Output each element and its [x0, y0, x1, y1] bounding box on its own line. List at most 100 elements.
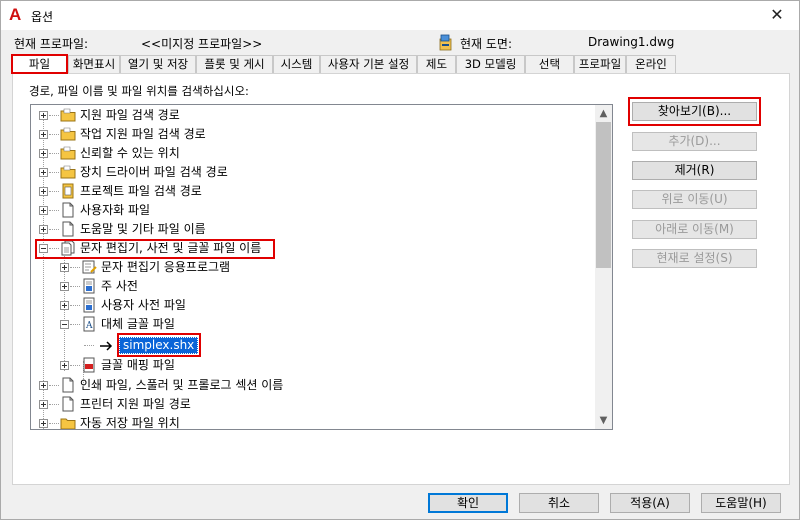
current-drawing-label: 현재 도면:: [460, 37, 513, 51]
tree-branch-line: [49, 115, 59, 116]
tree-item-simplex-shx[interactable]: simplex.shx: [31, 335, 591, 356]
tree-branch-line: [49, 134, 59, 135]
tab-drafting[interactable]: 제도: [417, 55, 456, 73]
tree-item-printer-support-path[interactable]: 프린터 지원 파일 경로: [31, 395, 591, 414]
tree-branch-line: [49, 153, 59, 154]
tree-branch-line: [49, 404, 59, 405]
tree-item-customization-files[interactable]: 사용자화 파일: [31, 201, 591, 220]
tree-item-label: 장치 드라이버 파일 검색 경로: [80, 165, 228, 179]
tree-item-custom-dictionary[interactable]: 사용자 사전 파일: [31, 296, 591, 315]
tree-item-print-spooler[interactable]: 인쇄 파일, 스풀러 및 프롤로그 섹션 이름: [31, 376, 591, 395]
expand-icon[interactable]: [39, 206, 48, 215]
current-profile-value: <<미지정 프로파일>>: [141, 37, 263, 51]
folder-icon: [60, 127, 76, 141]
tab-online[interactable]: 온라인: [626, 55, 676, 73]
tree-item-label: 사용자화 파일: [80, 203, 151, 217]
file-icon: [62, 202, 74, 218]
tree-item-label: 자동 저장 파일 위치: [80, 416, 180, 429]
tree-item-help-files[interactable]: 도움말 및 기타 파일 이름: [31, 220, 591, 239]
file-search-tree[interactable]: 지원 파일 검색 경로 작업 지원 파일 검색 경로 신뢰할 수 있는 위치 장…: [30, 104, 613, 430]
arrow-icon: [100, 341, 113, 351]
tree-branch-line: [49, 191, 59, 192]
add-button[interactable]: 추가(D)...: [632, 132, 757, 151]
tab-selection[interactable]: 선택: [525, 55, 574, 73]
tree-item-label: 대체 글꼴 파일: [101, 317, 175, 331]
scroll-thumb[interactable]: [596, 122, 611, 268]
tree-item-label: 프린터 지원 파일 경로: [80, 397, 191, 411]
tree-item-alternate-font[interactable]: A 대체 글꼴 파일: [31, 315, 591, 334]
tree-item-autosave-location[interactable]: 자동 저장 파일 위치: [31, 414, 591, 429]
tab-profiles[interactable]: 프로파일: [574, 55, 626, 73]
tab-bar: 파일 화면표시 열기 및 저장 플롯 및 게시 시스템 사용자 기본 설정 제도…: [11, 54, 791, 74]
tree-branch-line: [49, 210, 59, 211]
editor-app-icon: [82, 260, 97, 274]
expand-icon[interactable]: [39, 130, 48, 139]
tree-item-label: 프로젝트 파일 검색 경로: [80, 184, 202, 198]
folder-icon: [60, 165, 76, 179]
tree-branch-line: [70, 267, 80, 268]
dictionary-icon: [83, 297, 95, 313]
tab-display[interactable]: 화면표시: [68, 55, 120, 73]
tab-user-preferences[interactable]: 사용자 기본 설정: [320, 55, 417, 73]
tree-item-support-file-path[interactable]: 지원 파일 검색 경로: [31, 106, 591, 125]
expand-icon[interactable]: [39, 168, 48, 177]
ok-button[interactable]: 확인: [428, 493, 508, 513]
tree-item-project-path[interactable]: 프로젝트 파일 검색 경로: [31, 182, 591, 201]
tree-item-label: 인쇄 파일, 스풀러 및 프롤로그 섹션 이름: [80, 378, 284, 392]
move-up-button[interactable]: 위로 이동(U): [632, 190, 757, 209]
expand-icon[interactable]: [39, 149, 48, 158]
help-button[interactable]: 도움말(H): [701, 493, 781, 513]
collapse-icon[interactable]: [39, 244, 48, 253]
set-current-button[interactable]: 현재로 설정(S): [632, 249, 757, 268]
expand-icon[interactable]: [60, 263, 69, 272]
tree-content: 지원 파일 검색 경로 작업 지원 파일 검색 경로 신뢰할 수 있는 위치 장…: [31, 105, 597, 429]
folder-icon: [60, 146, 76, 160]
profile-info-row: 현재 프로파일: <<미지정 프로파일>> 현재 도면: Drawing1.dw…: [1, 34, 799, 51]
expand-icon[interactable]: [60, 361, 69, 370]
options-dialog: A 옵션 ✕ 현재 프로파일: <<미지정 프로파일>> 현재 도면: Draw…: [0, 0, 800, 520]
font-file-icon: A: [83, 316, 95, 332]
apply-button[interactable]: 적용(A): [610, 493, 690, 513]
tree-item-trusted-locations[interactable]: 신뢰할 수 있는 위치: [31, 144, 591, 163]
tab-open-save[interactable]: 열기 및 저장: [120, 55, 196, 73]
close-button[interactable]: ✕: [755, 1, 799, 30]
tree-branch-line: [70, 305, 80, 306]
cancel-button[interactable]: 취소: [519, 493, 599, 513]
browse-button[interactable]: 찾아보기(B)...: [632, 102, 757, 121]
tree-item-label: 글꼴 매핑 파일: [101, 358, 175, 372]
scroll-up-icon[interactable]: ▲: [595, 105, 612, 122]
expand-icon[interactable]: [39, 400, 48, 409]
move-down-button[interactable]: 아래로 이동(M): [632, 220, 757, 239]
remove-button[interactable]: 제거(R): [632, 161, 757, 180]
tree-item-text-editor-app[interactable]: 문자 편집기 응용프로그램: [31, 258, 591, 277]
tab-plot-publish[interactable]: 플롯 및 게시: [196, 55, 273, 73]
tree-branch-line: [70, 286, 80, 287]
expand-icon[interactable]: [39, 225, 48, 234]
tree-item-label-selected: simplex.shx: [119, 337, 199, 354]
tree-scrollbar[interactable]: ▲ ▼: [595, 105, 612, 429]
tree-branch-line: [49, 248, 59, 249]
tree-item-working-support-path[interactable]: 작업 지원 파일 검색 경로: [31, 125, 591, 144]
tree-item-font-mapping[interactable]: 글꼴 매핑 파일: [31, 356, 591, 375]
tab-3d-modeling[interactable]: 3D 모델링: [456, 55, 525, 73]
collapse-icon[interactable]: [60, 320, 69, 329]
expand-icon[interactable]: [39, 187, 48, 196]
tree-branch-line: [49, 423, 59, 424]
expand-icon[interactable]: [39, 111, 48, 120]
tree-item-main-dictionary[interactable]: 주 사전: [31, 277, 591, 296]
tree-item-device-driver-path[interactable]: 장치 드라이버 파일 검색 경로: [31, 163, 591, 182]
tree-branch-line: [84, 345, 94, 346]
tree-branch-line: [49, 229, 59, 230]
current-profile-label: 현재 프로파일:: [14, 37, 89, 51]
expand-icon[interactable]: [60, 282, 69, 291]
scroll-down-icon[interactable]: ▼: [595, 412, 612, 429]
tree-item-label: 문자 편집기, 사전 및 글꼴 파일 이름: [80, 241, 262, 255]
expand-icon[interactable]: [60, 301, 69, 310]
text-files-icon: [61, 240, 75, 256]
expand-icon[interactable]: [39, 419, 48, 428]
tab-files[interactable]: 파일: [11, 54, 68, 74]
expand-icon[interactable]: [39, 381, 48, 390]
tab-system[interactable]: 시스템: [273, 55, 320, 73]
tree-item-text-editor-font-files[interactable]: 문자 편집기, 사전 및 글꼴 파일 이름: [31, 239, 591, 258]
title-bar[interactable]: A 옵션 ✕: [1, 1, 799, 30]
